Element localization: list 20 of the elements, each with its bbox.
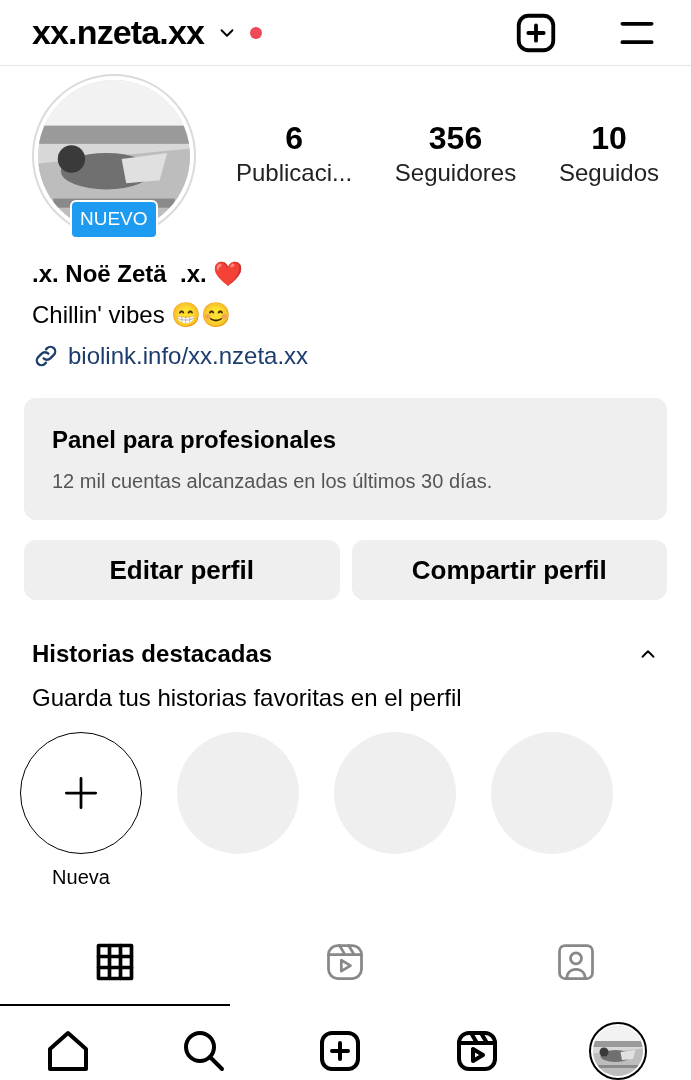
profile-avatar-button[interactable] <box>588 1022 647 1080</box>
profile-name: .x. Noë Zetä .x. ❤ <box>32 259 245 289</box>
stat-label[interactable]: Publicaci... <box>236 158 353 188</box>
profile-link[interactable]: biolink.info/xx.nzeta.xx <box>68 338 309 374</box>
highlights-subtitle: Guarda tus historias favoritas en el perfil <box>31 683 463 713</box>
profile-button[interactable]: Compartir perfil <box>351 540 667 600</box>
new-badge: NUEVO <box>70 200 158 239</box>
username-title[interactable]: xx.nzeta.xx <box>32 7 205 58</box>
stat-label[interactable]: Seguidos <box>558 158 659 188</box>
highlights-title: Historias destacadas <box>32 639 273 669</box>
dashboard-subtitle: 12 mil cuentas alcanzadas en los últimos 30 días. <box>52 469 494 494</box>
stat-label[interactable]: Seguidores <box>394 158 517 188</box>
dashboard-title: Panel para profesionales <box>52 425 338 455</box>
dashboard-card[interactable]: Panel para profesionales 12 mil cuentas alcanzadas en los últimos 30 días. <box>24 398 667 520</box>
stat-count[interactable]: 6 <box>285 118 303 158</box>
stat-count[interactable]: 10 <box>591 118 627 158</box>
stat-count[interactable]: 356 <box>428 118 483 158</box>
highlight-label: Nueva <box>52 865 110 890</box>
profile-button[interactable]: Editar perfil <box>24 540 340 600</box>
bio-text: Chillin' vibes 😁😊 <box>32 300 233 330</box>
